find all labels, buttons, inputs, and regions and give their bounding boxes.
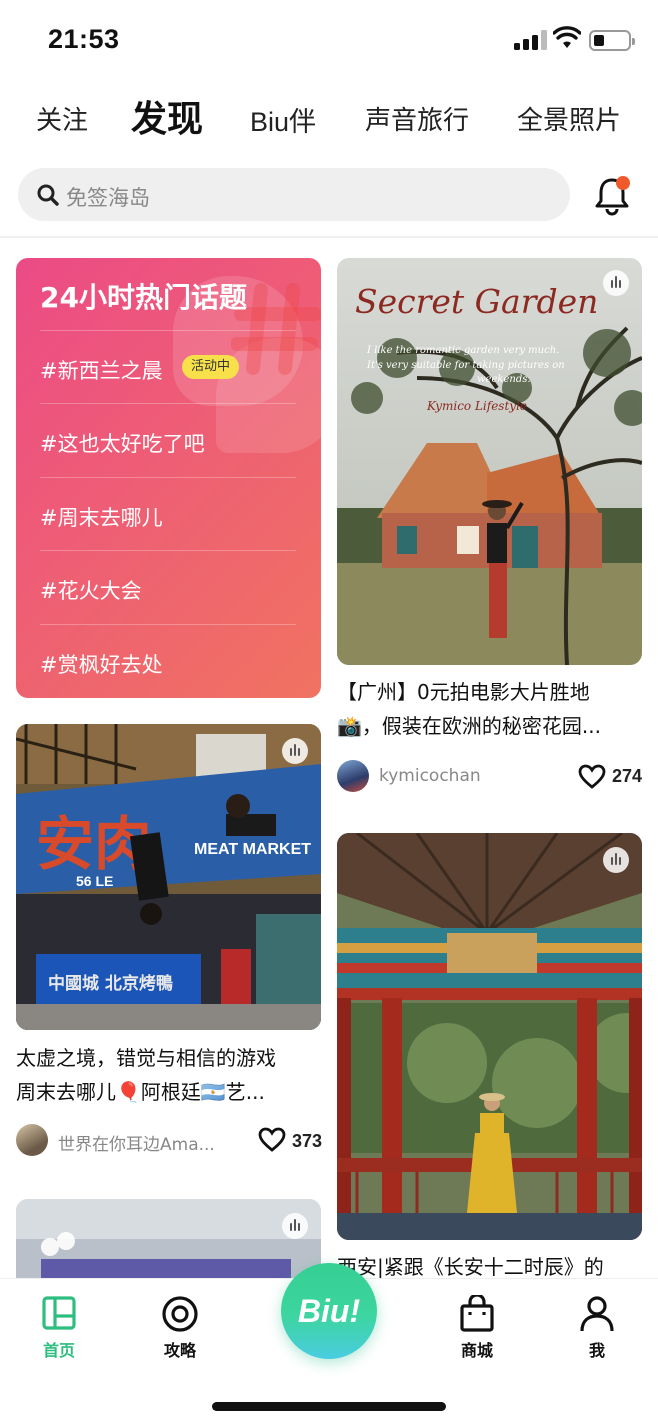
like-count: 274 bbox=[612, 766, 643, 786]
tab-discover[interactable]: 发现 bbox=[131, 90, 203, 142]
post-caption-line[interactable]: 📸，假装在欧洲的秘密花园... bbox=[337, 710, 642, 743]
header-divider bbox=[0, 236, 658, 238]
biu-button[interactable]: Biu! bbox=[281, 1263, 377, 1359]
avatar bbox=[16, 1124, 48, 1156]
like-button[interactable]: 274 bbox=[578, 762, 648, 790]
tab-follow[interactable]: 关注 bbox=[36, 100, 88, 137]
like-count: 373 bbox=[292, 1131, 323, 1151]
topic-item[interactable]: #这也太好吃了吧 bbox=[40, 403, 296, 476]
post-image[interactable] bbox=[337, 833, 642, 1240]
target-icon bbox=[162, 1296, 198, 1332]
avatar bbox=[337, 760, 369, 792]
post-author[interactable]: 世界在你耳边Ama... bbox=[16, 1124, 246, 1156]
tab-panorama[interactable]: 全景照片 bbox=[517, 100, 621, 137]
top-tabs: 关注 发现 Biu伴 声音旅行 全景照片 bbox=[0, 90, 658, 150]
nav-label: 我 bbox=[588, 1341, 605, 1360]
post-photo-pavilion bbox=[337, 833, 642, 1240]
nav-shop[interactable]: 商城 bbox=[437, 1295, 517, 1360]
topic-item[interactable]: #周末去哪儿 bbox=[40, 477, 296, 550]
app-screen: 21:53 关注 发现 Biu伴 声音旅行 全景照片 免签海岛 24小时热门话题… bbox=[0, 0, 658, 1425]
status-time: 21:53 bbox=[48, 24, 120, 54]
post-photo-secret-garden: Secret Garden I like the romantic garden… bbox=[337, 258, 642, 665]
audio-icon[interactable] bbox=[282, 1213, 308, 1239]
image-line-text: It's very suitable for taking pictures o… bbox=[366, 360, 565, 371]
topic-item[interactable]: #新西兰之晨 活动中 bbox=[40, 330, 296, 403]
topic-label: #新西兰之晨 bbox=[40, 359, 163, 383]
author-name: 世界在你耳边Ama... bbox=[58, 1135, 215, 1155]
post-caption-line[interactable]: 【广州】0元拍电影大片胜地 bbox=[337, 676, 642, 709]
heart-icon bbox=[258, 1127, 286, 1152]
nav-label: 攻略 bbox=[163, 1341, 196, 1360]
post-caption-line[interactable]: 太虚之境，错觉与相信的游戏 bbox=[16, 1042, 321, 1075]
hot-topics-title: 24小时热门话题 bbox=[40, 281, 247, 314]
author-name: kymicochan bbox=[379, 766, 481, 786]
tab-sound-travel[interactable]: 声音旅行 bbox=[365, 100, 469, 137]
hot-topics-card: 24小时热门话题 #新西兰之晨 活动中 #这也太好吃了吧 #周末去哪儿 #花火大… bbox=[16, 258, 321, 698]
image-signature-text: Kymico Lifestyle bbox=[426, 399, 527, 413]
user-icon bbox=[580, 1296, 614, 1332]
sign-text: MEAT MARKET bbox=[194, 841, 311, 858]
image-title-text: Secret Garden bbox=[355, 282, 598, 321]
audio-icon[interactable] bbox=[603, 270, 629, 296]
tab-discover-label: 发现 bbox=[131, 99, 204, 140]
home-icon bbox=[42, 1296, 76, 1330]
bag-icon bbox=[460, 1295, 494, 1332]
battery-icon bbox=[589, 30, 635, 51]
image-line-text: weekends. bbox=[477, 374, 531, 385]
post-caption-line[interactable]: 周末去哪儿🎈阿根廷🇦🇷艺... bbox=[16, 1076, 321, 1109]
nav-home[interactable]: 首页 bbox=[19, 1295, 99, 1360]
topic-active-badge: 活动中 bbox=[182, 355, 240, 379]
wifi-icon bbox=[553, 26, 581, 48]
cellular-signal-icon bbox=[514, 30, 547, 50]
search-bar[interactable]: 免签海岛 bbox=[18, 168, 570, 221]
nav-me[interactable]: 我 bbox=[557, 1295, 637, 1360]
nav-guides[interactable]: 攻略 bbox=[140, 1295, 220, 1360]
biu-button-label: Biu! bbox=[297, 1293, 361, 1329]
like-button[interactable]: 373 bbox=[258, 1127, 328, 1155]
topic-item[interactable]: #赏枫好去处 bbox=[40, 624, 296, 697]
status-bar: 21:53 bbox=[0, 0, 658, 80]
post-author[interactable]: kymicochan bbox=[337, 760, 537, 792]
post-photo-meat-market: 安肉 MEAT MARKET 56 LE 中國城 北京烤鴨 bbox=[16, 724, 321, 1030]
audio-icon[interactable] bbox=[603, 847, 629, 873]
nav-label: 首页 bbox=[42, 1341, 75, 1360]
heart-icon bbox=[578, 764, 606, 789]
topic-label: #赏枫好去处 bbox=[40, 653, 163, 677]
topic-label: #周末去哪儿 bbox=[40, 506, 163, 530]
notification-dot bbox=[616, 176, 630, 190]
topic-item[interactable]: #花火大会 bbox=[40, 550, 296, 623]
topic-label: #花火大会 bbox=[40, 579, 142, 603]
notification-button[interactable] bbox=[594, 174, 636, 216]
post-image[interactable]: 安肉 MEAT MARKET 56 LE 中國城 北京烤鴨 bbox=[16, 724, 321, 1030]
search-icon bbox=[37, 184, 59, 206]
sign-text: 中國城 北京烤鴨 bbox=[48, 973, 173, 994]
tab-biu-companion[interactable]: Biu伴 bbox=[250, 100, 316, 139]
search-placeholder: 免签海岛 bbox=[66, 186, 150, 210]
audio-icon[interactable] bbox=[282, 738, 308, 764]
sign-text: 56 LE bbox=[76, 873, 113, 889]
post-image[interactable]: Secret Garden I like the romantic garden… bbox=[337, 258, 642, 665]
nav-label: 商城 bbox=[460, 1341, 493, 1360]
home-indicator bbox=[212, 1402, 446, 1411]
topic-label: #这也太好吃了吧 bbox=[40, 432, 205, 456]
image-line-text: I like the romantic garden very much. bbox=[366, 345, 559, 356]
